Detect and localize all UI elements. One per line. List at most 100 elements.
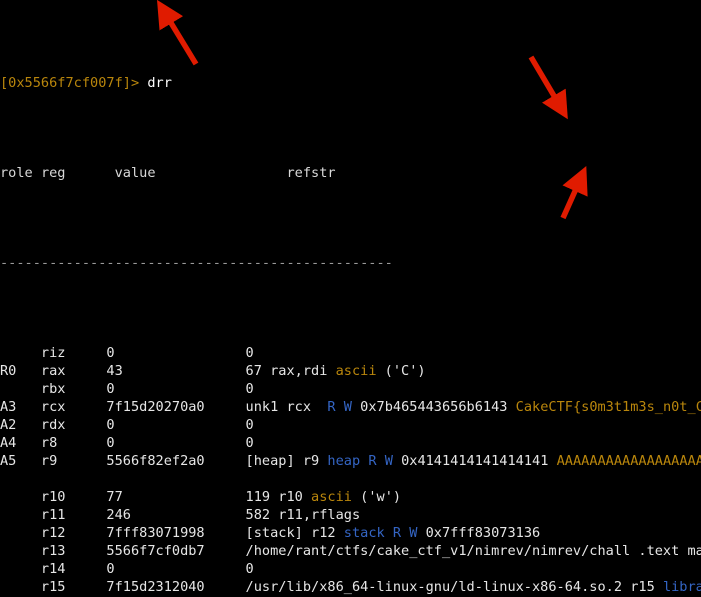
gap (156, 165, 287, 181)
register-name: r9 (41, 453, 106, 469)
register-value: 5566f7cf0db7 (106, 543, 245, 559)
register-name: rdx (41, 417, 106, 433)
register-role (0, 381, 41, 397)
register-role (0, 579, 41, 595)
register-role: A3 (0, 399, 41, 415)
register-value: 0 (106, 345, 245, 361)
register-name: r14 (41, 561, 106, 577)
register-name (41, 471, 106, 487)
register-name: r13 (41, 543, 106, 559)
register-row[interactable]: A4 r8 0 0 (0, 434, 701, 452)
refstr-prefix: /usr/lib/x86_64-linux-gnu/ld-linux-x86-6… (246, 579, 663, 595)
register-row[interactable]: r15 7f15d2312040 /usr/lib/x86_64-linux-g… (0, 578, 701, 596)
register-name: riz (41, 345, 106, 361)
register-row[interactable] (0, 470, 701, 488)
terminal-window[interactable]: [0x5566f7cf007f]> drr role reg value ref… (0, 0, 701, 597)
register-value: 77 (106, 489, 245, 505)
register-name: r10 (41, 489, 106, 505)
register-name: rax (41, 363, 106, 379)
prompt-text-top: [0x5566f7cf007f]> (0, 75, 139, 91)
refstr-keyword: ascii (336, 363, 377, 379)
refstr-keyword: heap (327, 453, 360, 469)
register-value: 43 (106, 363, 245, 379)
refstr-flag-string: CakeCTF{s0m3t1m3s_n0t_C} (516, 399, 701, 415)
register-table-body: riz 0 0R0 rax 43 67 rax,rdi ascii ('C') … (0, 344, 701, 597)
table-separator: ----------------------------------------… (0, 254, 701, 272)
register-name: r8 (41, 435, 106, 451)
register-name: r12 (41, 525, 106, 541)
register-row[interactable]: r14 0 0 (0, 560, 701, 578)
refstr-read-flag: R (393, 525, 401, 541)
refstr-prefix: unk1 rcx (246, 399, 320, 415)
column-header-refstr: refstr (286, 165, 335, 181)
terminal-screen: [0x5566f7cf007f]> drr role reg value ref… (0, 0, 701, 597)
register-row[interactable]: r10 77 119 r10 ascii ('w') (0, 488, 701, 506)
refstr-prefix: [heap] r9 (246, 453, 328, 469)
command-input-top[interactable]: drr (147, 75, 172, 91)
refstr-keyword: ascii (311, 489, 352, 505)
register-role (0, 543, 41, 559)
refstr-suffix: ('C') (377, 363, 426, 379)
register-row[interactable]: r11 246 582 r11,rflags (0, 506, 701, 524)
column-header-role: role (0, 165, 33, 181)
gap (336, 399, 344, 415)
register-refstr: 0 (246, 381, 254, 397)
refstr-suffix: ('w') (352, 489, 401, 505)
register-row[interactable]: A2 rdx 0 0 (0, 416, 701, 434)
gap (377, 453, 385, 469)
refstr-read-flag: R (368, 453, 376, 469)
register-refstr: 582 r11,rflags (246, 507, 361, 523)
register-name: r11 (41, 507, 106, 523)
register-name: rbx (41, 381, 106, 397)
register-value: 0 (106, 381, 245, 397)
register-value: 0 (106, 417, 245, 433)
register-role (0, 507, 41, 523)
register-role: R0 (0, 363, 41, 379)
register-value: 7fff83071998 (106, 525, 245, 541)
prompt-line-top: [0x5566f7cf007f]> drr (0, 74, 701, 92)
refstr-write-flag: W (385, 453, 393, 469)
register-value (106, 471, 245, 487)
refstr-prefix: [stack] r12 (246, 525, 344, 541)
register-name: r15 (41, 579, 106, 595)
register-value: 7f15d2312040 (106, 579, 245, 595)
table-header-row: role reg value refstr (0, 164, 701, 182)
register-refstr: 0 (246, 345, 254, 361)
register-refstr: 0 (246, 435, 254, 451)
column-header-reg: reg (41, 165, 66, 181)
register-role (0, 525, 41, 541)
gap (66, 165, 115, 181)
register-role (0, 489, 41, 505)
refstr-ascii-string: AAAAAAAAAAAAAAAAAAAAAAAAAAAAAAAA (557, 453, 701, 469)
refstr-write-flag: W (344, 399, 352, 415)
gap (385, 525, 393, 541)
refstr-keyword: stack (344, 525, 385, 541)
register-role (0, 471, 41, 487)
register-value: 5566f82ef2a0 (106, 453, 245, 469)
register-row[interactable]: A3 rcx 7f15d20270a0 unk1 rcx R W 0x7b465… (0, 398, 701, 416)
refstr-address: 0x4141414141414141 (393, 453, 557, 469)
column-header-value: value (115, 165, 156, 181)
register-row[interactable]: rbx 0 0 (0, 380, 701, 398)
register-refstr: 0 (246, 417, 254, 433)
register-row[interactable]: r13 5566f7cf0db7 /home/rant/ctfs/cake_ct… (0, 542, 701, 560)
register-refstr: /home/rant/ctfs/cake_ctf_v1/nimrev/nimre… (246, 543, 701, 559)
register-role: A5 (0, 453, 41, 469)
register-value: 0 (106, 435, 245, 451)
register-row[interactable]: R0 rax 43 67 rax,rdi ascii ('C') (0, 362, 701, 380)
register-role (0, 561, 41, 577)
refstr-prefix: 119 r10 (246, 489, 311, 505)
refstr-address: 0x7b465443656b6143 (352, 399, 516, 415)
register-value: 7f15d20270a0 (106, 399, 245, 415)
register-row[interactable]: r12 7fff83071998 [stack] r12 stack R W 0… (0, 524, 701, 542)
register-value: 246 (106, 507, 245, 523)
register-refstr: 0 (246, 561, 254, 577)
gap (33, 165, 41, 181)
separator-dashes: ----------------------------------------… (0, 255, 393, 271)
refstr-library-tag: library (663, 579, 701, 595)
register-row[interactable]: A5 r9 5566f82ef2a0 [heap] r9 heap R W 0x… (0, 452, 701, 470)
refstr-address: 0x7fff83073136 (417, 525, 540, 541)
register-role (0, 345, 41, 361)
register-row[interactable]: riz 0 0 (0, 344, 701, 362)
register-name: rcx (41, 399, 106, 415)
